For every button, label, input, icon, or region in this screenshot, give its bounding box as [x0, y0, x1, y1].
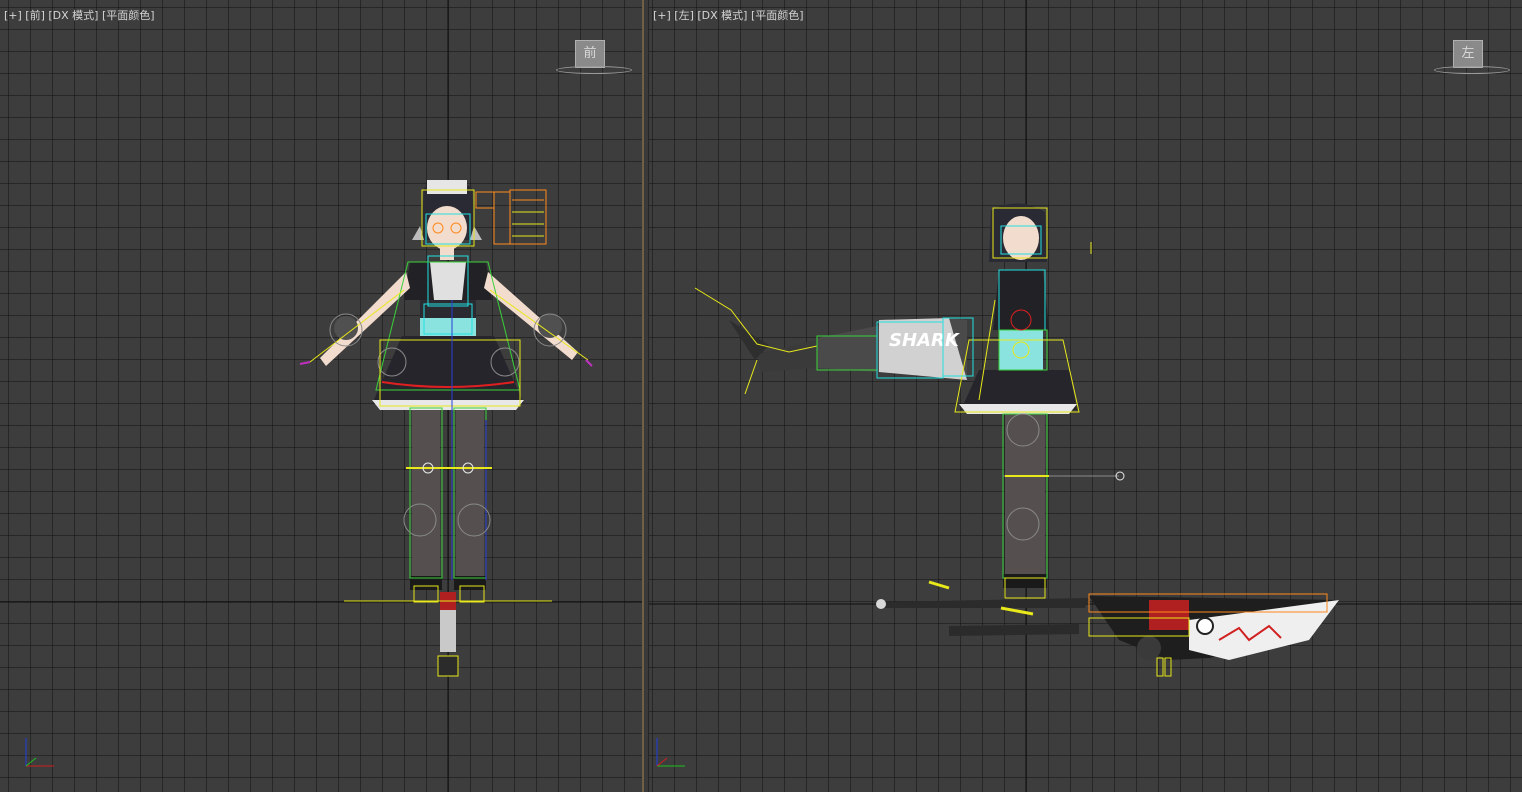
viewport-left[interactable]: SHARK [+] [左] [DX 模式] [平面颜色] 左	[649, 0, 1522, 792]
shark-logo: SHARK	[889, 330, 961, 351]
axis-xyz-icon	[656, 738, 685, 767]
left-scene: SHARK	[649, 0, 1522, 792]
shark-tail: SHARK	[729, 318, 967, 380]
axis-xyz-icon	[25, 738, 54, 767]
viewcube-ring[interactable]	[556, 66, 632, 74]
viewcube-left[interactable]: 左	[1434, 38, 1510, 78]
character-side	[959, 203, 1077, 588]
scythe-weapon	[876, 596, 1339, 660]
viewport-front[interactable]: [+] [前] [DX 模式] [平面颜色] 前	[0, 0, 642, 792]
viewcube-front[interactable]: 前	[556, 38, 632, 78]
viewcube-ring[interactable]	[1434, 66, 1510, 74]
viewport-left-label[interactable]: [+] [左] [DX 模式] [平面颜色]	[653, 7, 804, 23]
viewport-front-label[interactable]: [+] [前] [DX 模式] [平面颜色]	[4, 7, 155, 23]
viewcube-icon[interactable]: 左	[1453, 40, 1483, 68]
viewport-divider[interactable]	[642, 0, 649, 792]
front-scene	[0, 0, 642, 792]
viewcube-icon[interactable]: 前	[575, 40, 605, 68]
